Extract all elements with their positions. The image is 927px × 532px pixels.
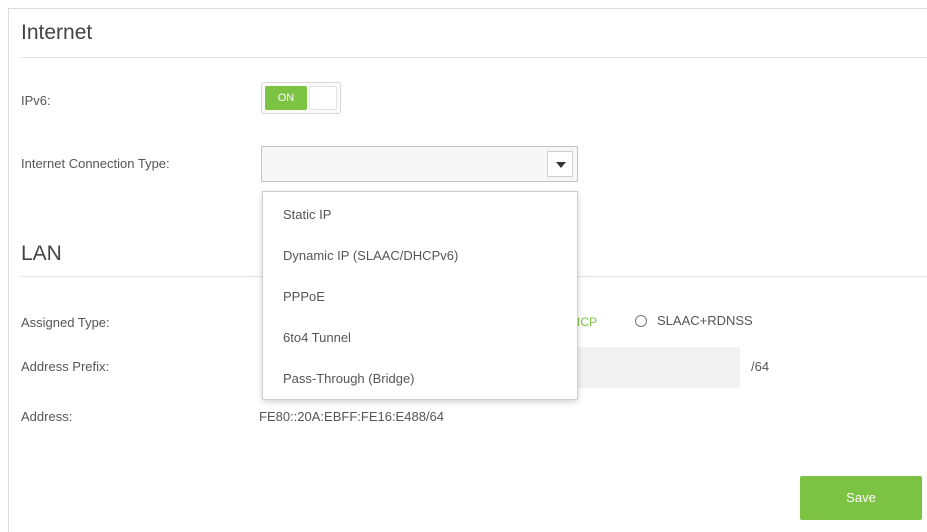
ipv6-label: IPv6: <box>21 93 51 108</box>
ipv6-toggle-knob[interactable] <box>309 86 337 110</box>
address-label: Address: <box>21 409 73 424</box>
connection-type-select[interactable] <box>261 146 578 182</box>
save-button[interactable]: Save <box>800 476 922 520</box>
slaac-rdnss-radio[interactable]: SLAAC+RDNSS <box>635 313 753 328</box>
dropdown-option-static-ip[interactable]: Static IP <box>263 194 577 235</box>
lan-section-title: LAN <box>21 242 62 265</box>
address-prefix-input[interactable] <box>577 347 740 388</box>
connection-type-label: Internet Connection Type: <box>21 156 170 171</box>
address-value: FE80::20A:EBFF:FE16:E488/64 <box>259 409 444 424</box>
ipv6-toggle[interactable]: ON <box>261 82 341 114</box>
assigned-type-label: Assigned Type: <box>21 315 110 330</box>
internet-section-title: Internet <box>21 21 93 44</box>
dropdown-option-pppoe[interactable]: PPPoE <box>263 276 577 317</box>
address-prefix-suffix: /64 <box>751 359 770 374</box>
radio-circle-icon[interactable] <box>635 315 647 327</box>
settings-panel: Internet IPv6: ON Internet Connection Ty… <box>8 8 927 532</box>
assigned-type-partial-option[interactable]: ICP <box>577 315 597 329</box>
address-prefix-label: Address Prefix: <box>21 359 110 374</box>
ipv6-toggle-on-label: ON <box>265 86 307 110</box>
connection-type-dropdown: Static IP Dynamic IP (SLAAC/DHCPv6) PPPo… <box>262 191 578 400</box>
slaac-rdnss-label: SLAAC+RDNSS <box>657 313 753 328</box>
internet-section-divider <box>21 57 927 58</box>
chevron-down-icon[interactable] <box>547 151 573 177</box>
dropdown-option-6to4-tunnel[interactable]: 6to4 Tunnel <box>263 317 577 358</box>
dropdown-option-dynamic-ip[interactable]: Dynamic IP (SLAAC/DHCPv6) <box>263 235 577 276</box>
dropdown-option-pass-through[interactable]: Pass-Through (Bridge) <box>263 358 577 399</box>
